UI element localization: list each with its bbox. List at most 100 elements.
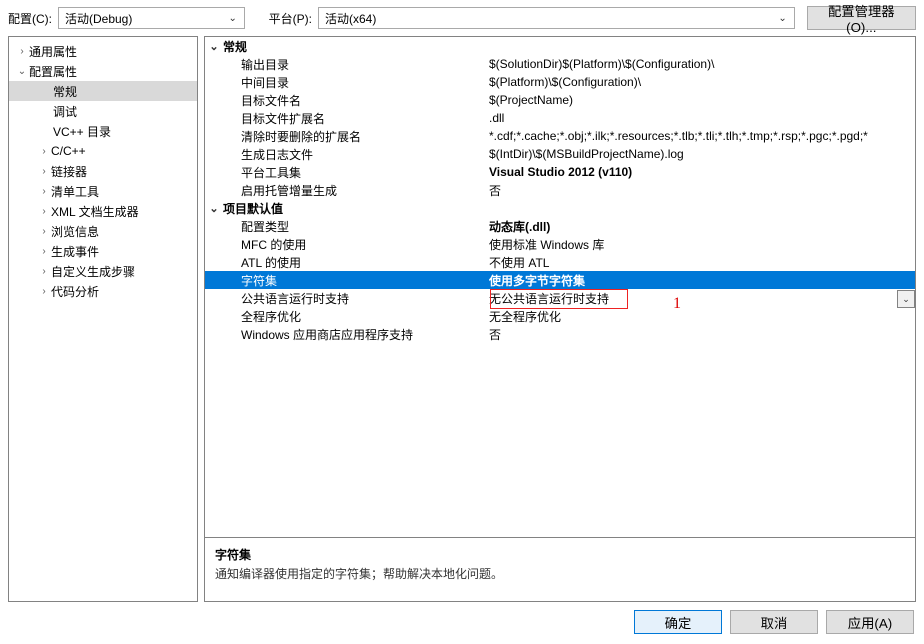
property-value[interactable]: 无公共语言运行时支持 <box>487 290 915 307</box>
annotation-marker: 1 <box>673 295 681 313</box>
property-row[interactable]: 输出目录$(SolutionDir)$(Platform)\$(Configur… <box>205 55 915 73</box>
chevron-right-icon[interactable]: › <box>15 46 29 57</box>
property-label: Windows 应用商店应用程序支持 <box>223 326 487 343</box>
property-label: 配置类型 <box>223 218 487 235</box>
property-row[interactable]: 清除时要删除的扩展名*.cdf;*.cache;*.obj;*.ilk;*.re… <box>205 127 915 145</box>
tree-item[interactable]: ›清单工具 <box>9 181 197 201</box>
property-row[interactable]: 中间目录$(Platform)\$(Configuration)\ <box>205 73 915 91</box>
property-label: MFC 的使用 <box>223 236 487 253</box>
chevron-right-icon[interactable]: › <box>37 286 51 297</box>
property-row[interactable]: 全程序优化无全程序优化 <box>205 307 915 325</box>
property-value[interactable]: .dll <box>487 111 915 125</box>
tree-item-label: 通用属性 <box>29 43 77 60</box>
tree-item-label: 浏览信息 <box>51 223 99 240</box>
property-label: 目标文件名 <box>223 92 487 109</box>
property-row[interactable]: Windows 应用商店应用程序支持否 <box>205 325 915 343</box>
chevron-down-icon[interactable]: ⌄ <box>205 40 223 53</box>
property-row[interactable]: 目标文件名$(ProjectName) <box>205 91 915 109</box>
property-value[interactable]: $(SolutionDir)$(Platform)\$(Configuratio… <box>487 57 915 71</box>
chevron-right-icon[interactable]: › <box>37 166 51 177</box>
property-row[interactable]: 启用托管增量生成否 <box>205 181 915 199</box>
property-value[interactable]: 无全程序优化 <box>487 308 915 325</box>
tree-item[interactable]: ›C/C++ <box>9 141 197 161</box>
property-label: 字符集 <box>223 272 487 289</box>
tree-item-label: VC++ 目录 <box>53 123 111 140</box>
property-value[interactable]: 使用多字节字符集 <box>487 272 915 289</box>
platform-dropdown-value: 活动(x64) <box>325 10 376 27</box>
tree-item[interactable]: ›生成事件 <box>9 241 197 261</box>
main-content: ›通用属性⌄配置属性常规调试VC++ 目录›C/C++›链接器›清单工具›XML… <box>0 36 924 602</box>
property-value[interactable]: 否 <box>487 182 915 199</box>
tree-item[interactable]: ›通用属性 <box>9 41 197 61</box>
property-row[interactable]: 字符集使用多字节字符集 <box>205 271 915 289</box>
property-row[interactable]: MFC 的使用使用标准 Windows 库 <box>205 235 915 253</box>
property-label: 目标文件扩展名 <box>223 110 487 127</box>
property-row[interactable]: ATL 的使用不使用 ATL <box>205 253 915 271</box>
property-label: 公共语言运行时支持 <box>223 290 487 307</box>
tree-item[interactable]: ›浏览信息 <box>9 221 197 241</box>
tree-item[interactable]: ›链接器 <box>9 161 197 181</box>
property-label: 启用托管增量生成 <box>223 182 487 199</box>
property-row[interactable]: 生成日志文件$(IntDir)\$(MSBuildProjectName).lo… <box>205 145 915 163</box>
chevron-down-icon[interactable]: ⌄ <box>205 202 223 215</box>
group-header[interactable]: ⌄常规 <box>205 37 915 55</box>
tree-item-label: 代码分析 <box>51 283 99 300</box>
tree-item[interactable]: ⌄配置属性 <box>9 61 197 81</box>
property-value[interactable]: $(ProjectName) <box>487 93 915 107</box>
description-text: 通知编译器使用指定的字符集；帮助解决本地化问题。 <box>215 565 905 582</box>
config-dropdown[interactable]: 活动(Debug) ⌄ <box>58 7 245 29</box>
property-value[interactable]: 使用标准 Windows 库 <box>487 236 915 253</box>
platform-dropdown[interactable]: 活动(x64) ⌄ <box>318 7 795 29</box>
group-header[interactable]: ⌄项目默认值 <box>205 199 915 217</box>
chevron-right-icon[interactable]: › <box>37 246 51 257</box>
property-value[interactable]: $(Platform)\$(Configuration)\ <box>487 75 915 89</box>
property-row[interactable]: 目标文件扩展名.dll <box>205 109 915 127</box>
tree-item[interactable]: ›代码分析 <box>9 281 197 301</box>
cancel-button[interactable]: 取消 <box>730 610 818 634</box>
tree-item-label: XML 文档生成器 <box>51 203 139 220</box>
chevron-down-icon[interactable]: ⌄ <box>15 66 29 77</box>
apply-button[interactable]: 应用(A) <box>826 610 914 634</box>
tree-item[interactable]: 调试 <box>9 101 197 121</box>
property-value[interactable]: *.cdf;*.cache;*.obj;*.ilk;*.resources;*.… <box>487 129 915 143</box>
description-panel: 字符集 通知编译器使用指定的字符集；帮助解决本地化问题。 <box>204 538 916 602</box>
config-label: 配置(C): <box>8 10 52 27</box>
property-row[interactable]: 平台工具集Visual Studio 2012 (v110) <box>205 163 915 181</box>
config-manager-button[interactable]: 配置管理器(O)... <box>807 6 916 30</box>
property-label: 全程序优化 <box>223 308 487 325</box>
platform-label: 平台(P): <box>269 10 312 27</box>
tree-item-label: 链接器 <box>51 163 87 180</box>
ok-button[interactable]: 确定 <box>634 610 722 634</box>
tree-item[interactable]: ›自定义生成步骤 <box>9 261 197 281</box>
tree-item[interactable]: 常规 <box>9 81 197 101</box>
chevron-right-icon[interactable]: › <box>37 206 51 217</box>
category-tree[interactable]: ›通用属性⌄配置属性常规调试VC++ 目录›C/C++›链接器›清单工具›XML… <box>8 36 198 602</box>
property-value[interactable]: Visual Studio 2012 (v110) <box>487 165 915 179</box>
property-value[interactable]: $(IntDir)\$(MSBuildProjectName).log <box>487 147 915 161</box>
property-grid[interactable]: ⌄常规输出目录$(SolutionDir)$(Platform)\$(Confi… <box>204 36 916 538</box>
tree-item[interactable]: VC++ 目录 <box>9 121 197 141</box>
property-label: 清除时要删除的扩展名 <box>223 128 487 145</box>
property-row[interactable]: 公共语言运行时支持无公共语言运行时支持 <box>205 289 915 307</box>
tree-item-label: 常规 <box>53 83 77 100</box>
tree-item-label: 调试 <box>53 103 77 120</box>
chevron-right-icon[interactable]: › <box>37 186 51 197</box>
tree-item-label: 清单工具 <box>51 183 99 200</box>
chevron-right-icon[interactable]: › <box>37 226 51 237</box>
tree-item-label: 配置属性 <box>29 63 77 80</box>
chevron-down-icon: ⌄ <box>775 13 791 24</box>
description-title: 字符集 <box>215 546 905 563</box>
chevron-right-icon[interactable]: › <box>37 266 51 277</box>
property-value[interactable]: 动态库(.dll) <box>487 218 915 235</box>
group-header-label: 常规 <box>223 38 487 55</box>
group-header-label: 项目默认值 <box>223 200 487 217</box>
property-value[interactable]: 否 <box>487 326 915 343</box>
property-label: ATL 的使用 <box>223 254 487 271</box>
property-label: 平台工具集 <box>223 164 487 181</box>
chevron-right-icon[interactable]: › <box>37 146 51 157</box>
dropdown-button-icon[interactable]: ⌄ <box>897 290 915 308</box>
tree-item[interactable]: ›XML 文档生成器 <box>9 201 197 221</box>
property-column: ⌄常规输出目录$(SolutionDir)$(Platform)\$(Confi… <box>204 36 916 602</box>
property-row[interactable]: 配置类型动态库(.dll) <box>205 217 915 235</box>
property-value[interactable]: 不使用 ATL <box>487 254 915 271</box>
